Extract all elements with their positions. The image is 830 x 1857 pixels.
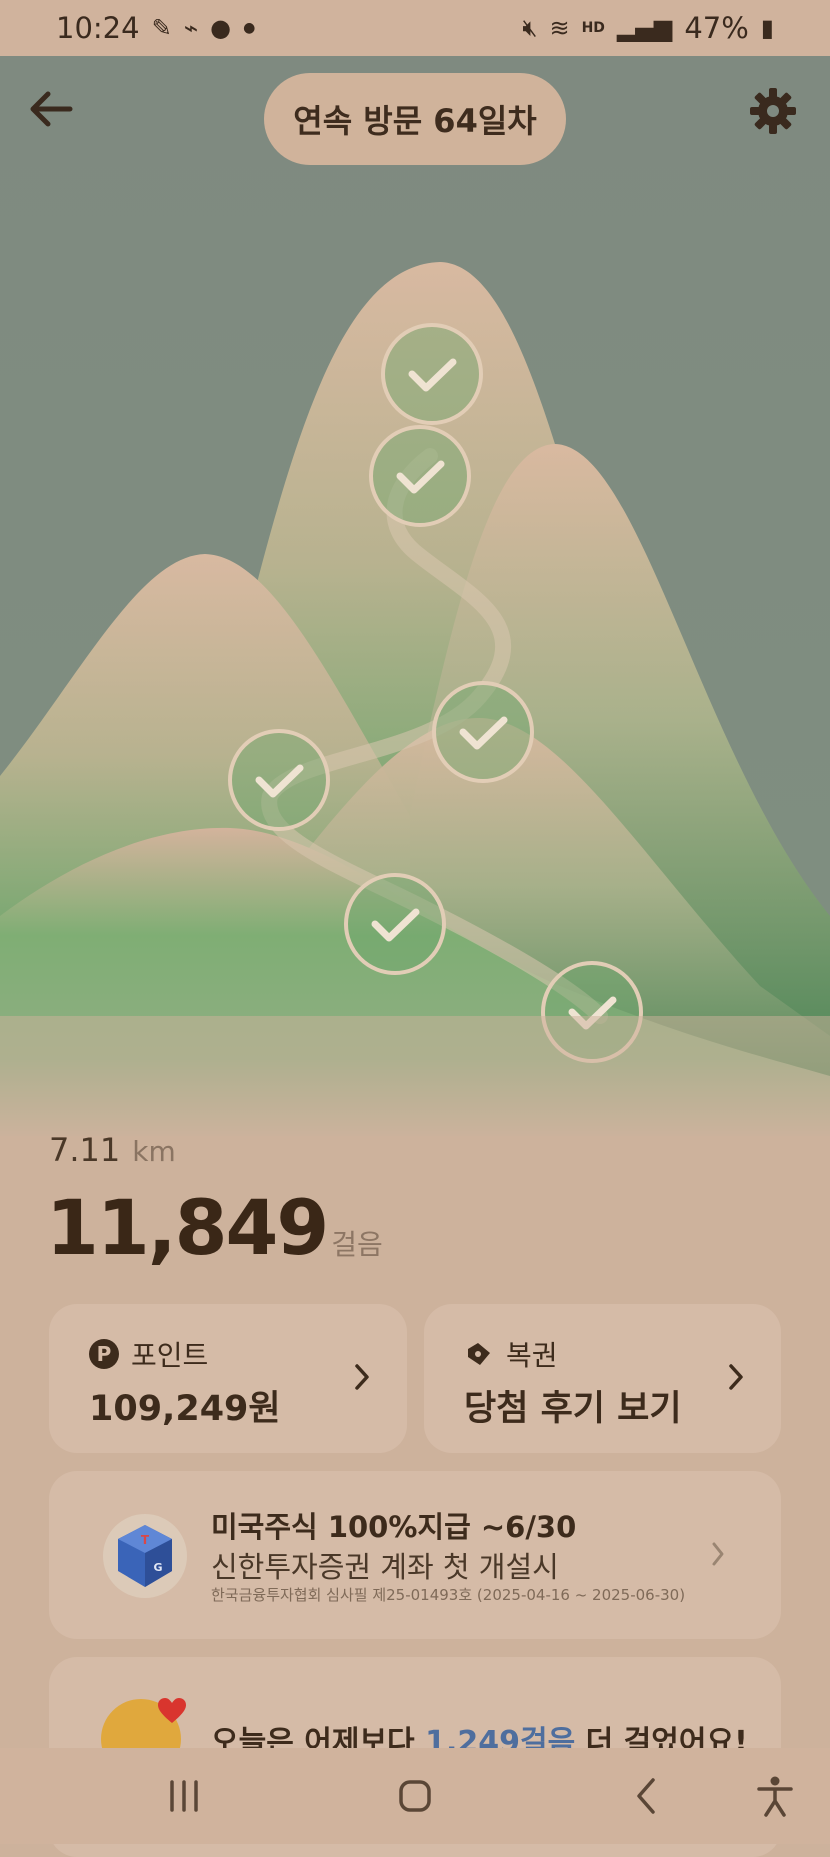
point-card[interactable]: P 포인트 109,249원 [49,1304,407,1453]
gear-icon[interactable] [748,86,798,136]
steps-value: 11,849 [46,1183,329,1272]
chevron-right-icon [355,1364,369,1390]
wifi-icon: ≋ [549,14,570,42]
lottery-label: 복권 [506,1339,558,1372]
stock-cube-icon: T G [103,1514,187,1598]
bubble-icon: ● [210,14,232,42]
chevron-right-icon [712,1542,724,1566]
back-arrow-icon[interactable] [26,84,76,134]
shoe-icon: ⌁ [183,14,199,42]
promo-subtitle: 신한투자증권 계좌 첫 개설시 [211,1550,559,1584]
nav-back-icon[interactable] [625,1774,669,1818]
promo-title: 미국주식 100%지급 ~6/30 [211,1510,577,1544]
pen-icon: ✎ [151,14,172,42]
recent-apps-icon[interactable] [162,1774,206,1818]
battery-percent: 47% [684,11,749,45]
lottery-card[interactable]: 복권 당첨 후기 보기 [424,1304,781,1453]
svg-text:T: T [141,1533,150,1547]
mute-icon: 🔇︎ [522,14,538,42]
distance-unit: km [132,1135,176,1168]
system-nav-bar [0,1748,830,1844]
status-bar: 10:24 ✎ ⌁ ● ● 🔇︎ ≋ HD ▂▄▆ 47% ▮ [0,0,830,56]
visit-streak-badge: 연속 방문 64일차 [264,73,566,165]
visit-streak-label: 연속 방문 64일차 [293,102,537,140]
point-value: 109,249원 [89,1389,281,1429]
steps-unit: 걸음 [331,1228,383,1261]
promo-banner[interactable]: T G 미국주식 100%지급 ~6/30 신한투자증권 계좌 첫 개설시 한국… [49,1471,781,1639]
ticket-icon [468,1343,490,1365]
home-icon[interactable] [393,1774,437,1818]
battery-icon: ▮ [760,14,774,42]
chevron-right-icon [729,1364,743,1390]
lottery-value: 당첨 후기 보기 [464,1389,682,1429]
mountain-illustration [0,56,830,1136]
heart-icon [158,1698,186,1723]
dot-icon: ● [243,20,256,36]
promo-disclaimer: 한국금융투자협회 심사필 제25-01493호 (2025-04-16 ~ 20… [211,1586,686,1604]
point-icon: P [89,1339,119,1369]
step-count: 11,849 걸음 [46,1183,383,1272]
status-time: 10:24 [56,11,140,45]
accessibility-icon[interactable] [753,1774,797,1818]
svg-text:G: G [153,1561,162,1574]
distance-readout: 7.11 km [49,1131,176,1169]
distance-value: 7.11 [49,1131,121,1169]
point-label: 포인트 [131,1339,209,1372]
hd-voice-icon: HD [581,20,605,36]
signal-icon: ▂▄▆ [616,14,673,42]
